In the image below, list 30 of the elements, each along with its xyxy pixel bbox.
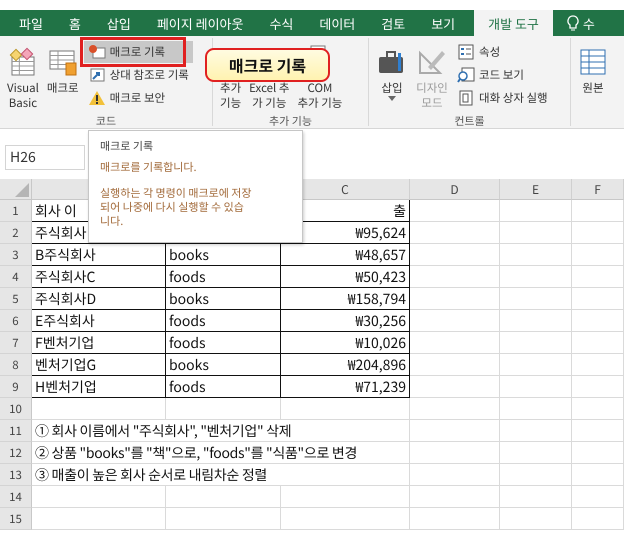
table-cell: B주식회사 — [32, 244, 166, 266]
note-text: ③ 매출이 높은 회사 순서로 내림차순 정렬 — [32, 464, 410, 486]
table-cell: 벤처기업G — [32, 354, 166, 376]
table-cell: ₩30,256 — [281, 310, 410, 332]
group-label: 코드 — [94, 113, 118, 129]
note-text: ② 상품 "books"를 "책"으로, "foods"를 "식품"으로 변경 — [32, 442, 410, 464]
table-cell: books — [166, 354, 281, 376]
group-label: 추가 기능 — [268, 113, 313, 129]
tooltip-text: 매크로를 기록합니다. — [100, 160, 198, 174]
callout-tooltip: 매크로 기록 — [205, 48, 330, 82]
group-label: 컨트롤 — [453, 113, 486, 129]
table-cell: ₩50,423 — [281, 266, 410, 288]
table-cell: 주식회사D — [32, 288, 166, 310]
table-cell: ₩158,794 — [281, 288, 410, 310]
table-cell: 주식회사C — [32, 266, 166, 288]
table-cell: foods — [166, 266, 281, 288]
table-cell: ₩10,026 — [281, 332, 410, 354]
table-cell: foods — [166, 332, 281, 354]
table-cell: F벤처기업 — [32, 332, 166, 354]
table-cell: foods — [166, 376, 281, 398]
table-cell: books — [166, 244, 281, 266]
table-cell: ₩48,657 — [281, 244, 410, 266]
table-cell: ₩71,239 — [281, 376, 410, 398]
table-cell: ₩204,896 — [281, 354, 410, 376]
tooltip-title: 매크로 기록 — [100, 138, 154, 154]
table-cell: E주식회사 — [32, 310, 166, 332]
table-cell: foods — [166, 310, 281, 332]
table-cell: books — [166, 288, 281, 310]
note-text: ① 회사 이름에서 "주식회사", "벤처기업" 삭제 — [32, 420, 410, 442]
table-cell: H벤처기업 — [32, 376, 166, 398]
